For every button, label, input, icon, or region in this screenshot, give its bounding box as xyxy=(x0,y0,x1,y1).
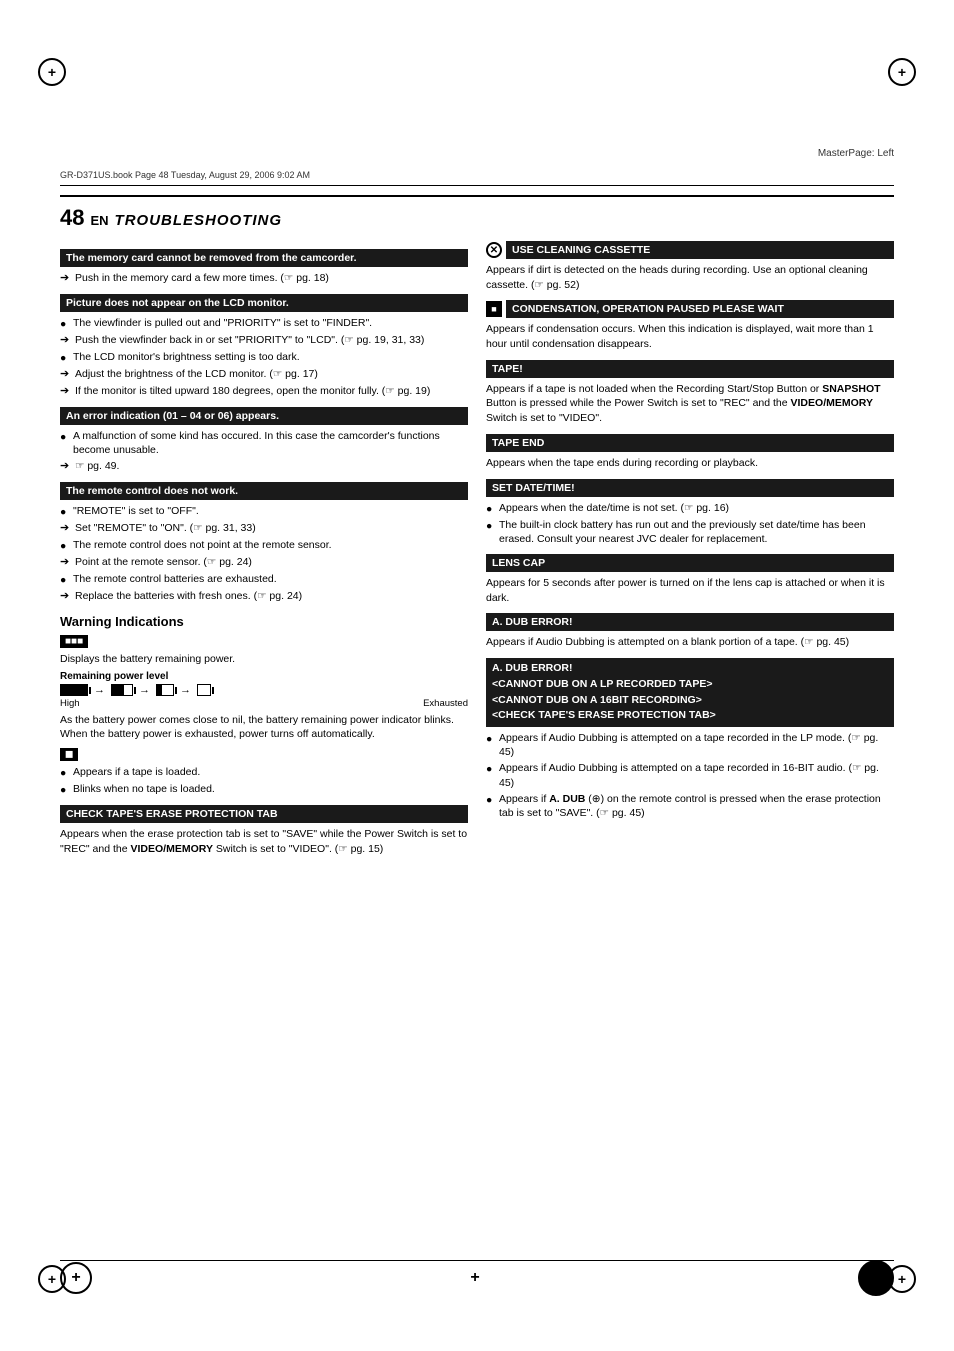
high-label: High xyxy=(60,698,80,709)
header-rule xyxy=(60,185,894,186)
section-lcd-monitor: Picture does not appear on the LCD monit… xyxy=(60,294,468,312)
tape-icon-display: ◼ xyxy=(60,748,78,761)
battery-icon-display: ■■■ xyxy=(60,635,88,648)
condensation-icon: ■ xyxy=(486,301,502,317)
section-condensation: CONDENSATION, OPERATION PAUSED PLEASE WA… xyxy=(506,300,894,318)
bullet-remote-1: ● "REMOTE" is set to "OFF". xyxy=(60,504,468,519)
arrow-memory-push: ➔ Push in the memory card a few more tim… xyxy=(60,271,468,286)
section-use-cleaning-header: ✕ USE CLEANING CASSETTE xyxy=(486,241,894,259)
section-remote-control: The remote control does not work. xyxy=(60,482,468,500)
section-check-tape: CHECK TAPE'S ERASE PROTECTION TAB xyxy=(60,805,468,823)
bottom-circle-right xyxy=(858,1260,894,1296)
check-tape-body: Appears when the erase protection tab is… xyxy=(60,827,468,856)
condensation-body: Appears if condensation occurs. When thi… xyxy=(486,322,894,351)
section-use-cleaning: USE CLEANING CASSETTE xyxy=(506,241,894,259)
bullet-dub-1: ● Appears if Audio Dubbing is attempted … xyxy=(486,731,894,759)
arrow-lcd-1: ➔ Push the viewfinder back in or set "PR… xyxy=(60,333,468,348)
use-cleaning-body: Appears if dirt is detected on the heads… xyxy=(486,263,894,292)
arrow-sym: ➔ xyxy=(60,271,72,286)
masterpage-label: MasterPage: Left xyxy=(818,148,894,159)
bullet-lcd-2: ● The LCD monitor's brightness setting i… xyxy=(60,350,468,365)
battery-levels: → → → xyxy=(60,684,468,696)
section-set-date-time: SET DATE/TIME! xyxy=(486,479,894,497)
bullet-error-1: ● A malfunction of some kind has occured… xyxy=(60,429,468,457)
bullet-tape-1: ● Appears if a tape is loaded. xyxy=(60,765,468,780)
warning-heading: Warning Indications xyxy=(60,614,468,629)
section-tape-end: TAPE END xyxy=(486,434,894,452)
tape-end-body: Appears when the tape ends during record… xyxy=(486,456,894,471)
arrow-error-1: ➔ ☞ pg. 49. xyxy=(60,459,468,474)
arrow-lcd-3: ➔ If the monitor is tilted upward 180 de… xyxy=(60,384,468,399)
bottom-circle-left: + xyxy=(60,1262,92,1294)
page-title-row: 48 EN TROUBLESHOOTING xyxy=(60,205,894,231)
bat-full xyxy=(60,684,88,696)
lens-cap-body: Appears for 5 seconds after power is tur… xyxy=(486,576,894,605)
reg-mark-tr xyxy=(888,58,916,86)
page-number: 48 xyxy=(60,205,84,231)
page-section-title: TROUBLESHOOTING xyxy=(115,212,283,229)
two-col-layout: The memory card cannot be removed from t… xyxy=(60,241,894,861)
tape-exclaim-body: Appears if a tape is not loaded when the… xyxy=(486,382,894,426)
bottom-crosshair-center: + xyxy=(465,1268,485,1288)
section-dub-error1: A. DUB ERROR! xyxy=(486,613,894,631)
dub-error1-body: Appears if Audio Dubbing is attempted on… xyxy=(486,635,894,650)
exhausted-label: Exhausted xyxy=(423,698,468,709)
page-container: MasterPage: Left GR-D371US.book Page 48 … xyxy=(0,0,954,1351)
content-area: 48 EN TROUBLESHOOTING The memory card ca… xyxy=(60,195,894,1251)
left-column: The memory card cannot be removed from t… xyxy=(60,241,468,861)
section-dub-error2: A. DUB ERROR! <CANNOT DUB ON A LP RECORD… xyxy=(486,658,894,727)
bullet-remote-2: ● The remote control does not point at t… xyxy=(60,538,468,553)
bat-empty xyxy=(197,684,211,696)
section-memory-card: The memory card cannot be removed from t… xyxy=(60,249,468,267)
bullet-date-2: ● The built-in clock battery has run out… xyxy=(486,518,894,546)
cleaning-icon: ✕ xyxy=(486,242,502,258)
arrow-lcd-2: ➔ Adjust the brightness of the LCD monit… xyxy=(60,367,468,382)
battery-body-text: As the battery power comes close to nil,… xyxy=(60,713,468,742)
bullet-tape-2: ● Blinks when no tape is loaded. xyxy=(60,782,468,797)
bullet-dub-3: ● Appears if A. DUB (⊕) on the remote co… xyxy=(486,792,894,820)
battery-section: ■■■ Displays the battery remaining power… xyxy=(60,635,468,742)
bullet-dub-2: ● Appears if Audio Dubbing is attempted … xyxy=(486,761,894,789)
remaining-power-label: Remaining power level xyxy=(60,671,168,682)
page-en-label: EN xyxy=(90,213,108,228)
bat-half xyxy=(111,684,133,696)
high-exhausted-row: High Exhausted xyxy=(60,698,468,709)
top-rule xyxy=(60,195,894,197)
bullet-remote-3: ● The remote control batteries are exhau… xyxy=(60,572,468,587)
section-condensation-header: ■ CONDENSATION, OPERATION PAUSED PLEASE … xyxy=(486,300,894,318)
bullet-lcd-1: ● The viewfinder is pulled out and "PRIO… xyxy=(60,316,468,331)
file-info: GR-D371US.book Page 48 Tuesday, August 2… xyxy=(60,170,310,180)
section-tape-exclaim: TAPE! xyxy=(486,360,894,378)
bottom-reg-row: + + xyxy=(0,1260,954,1296)
arrow-remote-1: ➔ Set "REMOTE" to "ON". (☞ pg. 31, 33) xyxy=(60,521,468,536)
battery-description: Displays the battery remaining power. xyxy=(60,652,468,667)
bullet-date-1: ● Appears when the date/time is not set.… xyxy=(486,501,894,516)
reg-mark-tl xyxy=(38,58,66,86)
bat-low xyxy=(156,684,174,696)
remaining-power-label-row: Remaining power level xyxy=(60,671,468,682)
arrow-remote-2: ➔ Point at the remote sensor. (☞ pg. 24) xyxy=(60,555,468,570)
right-column: ✕ USE CLEANING CASSETTE Appears if dirt … xyxy=(486,241,894,861)
section-error-indication: An error indication (01 – 04 or 06) appe… xyxy=(60,407,468,425)
arrow-remote-3: ➔ Replace the batteries with fresh ones.… xyxy=(60,589,468,604)
section-lens-cap: LENS CAP xyxy=(486,554,894,572)
